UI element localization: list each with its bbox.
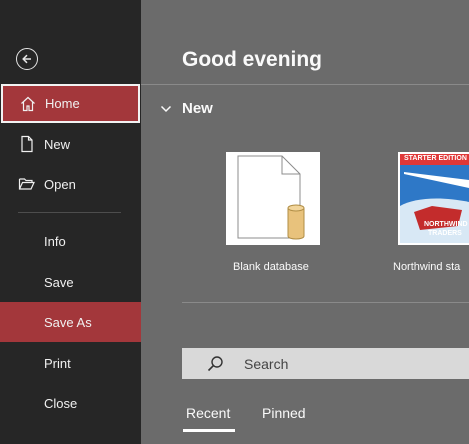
tab-recent[interactable]: Recent <box>186 405 230 421</box>
nav-item-open[interactable]: Open <box>0 164 141 204</box>
starter-edition-badge: STARTER EDITION <box>404 155 467 162</box>
search-box[interactable] <box>182 348 469 379</box>
nav-item-label: Close <box>44 395 78 411</box>
new-document-icon <box>21 135 33 153</box>
selected-tab-indicator <box>183 429 235 432</box>
back-arrow-icon <box>22 54 31 64</box>
template-label: Blank database <box>233 261 309 273</box>
nav-item-save-as[interactable]: Save As <box>0 302 141 342</box>
tab-pinned[interactable]: Pinned <box>262 405 306 421</box>
new-section-toggle[interactable]: New <box>160 100 213 117</box>
backstage-sidebar: Home New Open Info Save Save As Print Cl… <box>0 0 141 444</box>
northwind-logo-line2: TRADERS <box>428 230 462 237</box>
back-button[interactable] <box>16 48 38 70</box>
nav-item-label: Home <box>45 96 80 111</box>
nav-item-info[interactable]: Info <box>0 221 141 261</box>
sidebar-divider <box>18 212 121 213</box>
nav-item-label: New <box>44 136 71 152</box>
section-divider <box>182 302 469 303</box>
template-label: Northwind sta <box>393 261 461 273</box>
page-title: Good evening <box>182 48 323 71</box>
nav-item-new[interactable]: New <box>0 124 141 164</box>
nav-item-print[interactable]: Print <box>0 343 141 383</box>
new-section-title: New <box>182 100 213 117</box>
template-blank-database[interactable] <box>226 152 320 245</box>
nav-item-label: Open <box>44 176 76 192</box>
nav-item-label: Save As <box>44 314 92 330</box>
blank-database-icon <box>237 155 305 240</box>
open-folder-icon <box>18 178 35 190</box>
home-icon <box>21 96 35 112</box>
nav-item-label: Info <box>44 233 66 249</box>
search-icon <box>207 356 223 372</box>
nav-item-home[interactable]: Home <box>1 84 140 123</box>
nav-item-label: Save <box>44 274 74 290</box>
title-divider <box>141 84 469 85</box>
chevron-down-icon <box>160 105 172 112</box>
nav-item-label: Print <box>44 355 71 371</box>
template-northwind[interactable]: STARTER EDITION NORTHWIND TRADERS <box>398 152 469 245</box>
search-input[interactable] <box>242 353 466 375</box>
nav-item-close[interactable]: Close <box>0 383 141 423</box>
northwind-logo-line1: NORTHWIND <box>424 221 468 228</box>
nav-item-save[interactable]: Save <box>0 262 141 302</box>
